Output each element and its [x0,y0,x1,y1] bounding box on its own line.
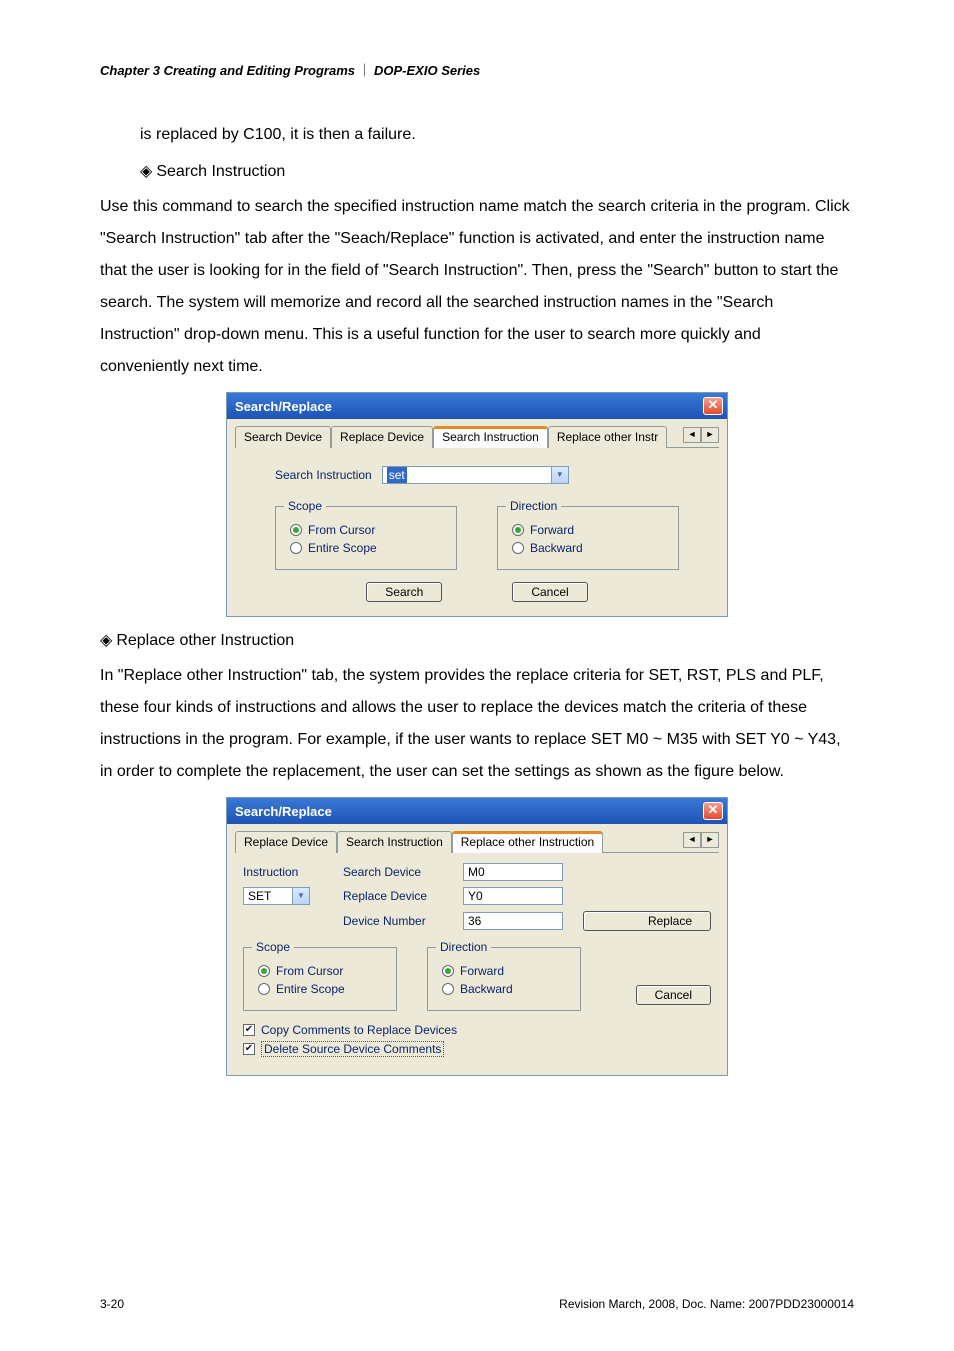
heading-text: Replace other Instruction [116,632,294,649]
radio-forward[interactable]: Forward [442,964,566,978]
radio-backward[interactable]: Backward [442,982,566,996]
revision-info: Revision March, 2008, Doc. Name: 2007PDD… [559,1297,854,1311]
radio-label: Forward [460,964,504,978]
radio-icon [512,524,524,536]
search-device-input[interactable] [463,863,563,881]
radio-from-cursor[interactable]: From Cursor [290,523,442,537]
checkbox-icon: ✔ [243,1024,255,1036]
checkbox-copy-comments[interactable]: ✔ Copy Comments to Replace Devices [243,1023,711,1037]
device-number-input[interactable] [463,912,563,930]
search-device-label: Search Device [343,865,453,879]
replace-button[interactable]: Replace [583,911,711,931]
tab-scroll-right-icon[interactable]: ► [701,427,719,443]
dialog-title: Search/Replace [235,804,332,819]
instruction-value[interactable] [243,887,293,905]
close-icon[interactable]: ✕ [703,802,723,820]
instruction-combo[interactable]: ▼ [243,887,333,905]
paragraph-continuation: is replaced by C100, it is then a failur… [140,119,854,151]
search-instruction-label: Search Instruction [275,468,372,482]
scope-legend: Scope [252,940,294,954]
tab-search-instruction[interactable]: Search Instruction [433,426,548,448]
tab-search-device[interactable]: Search Device [235,426,331,448]
header-separator: ｜ [358,63,371,78]
close-icon[interactable]: ✕ [703,397,723,415]
dialog-titlebar[interactable]: Search/Replace ✕ [227,798,727,824]
radio-label: Entire Scope [308,541,377,555]
tab-replace-other-instr[interactable]: Replace other Instr [548,426,667,448]
cancel-button[interactable]: Cancel [512,582,587,602]
radio-icon [258,983,270,995]
radio-forward[interactable]: Forward [512,523,664,537]
direction-legend: Direction [436,940,491,954]
tab-scroll-left-icon[interactable]: ◄ [683,427,701,443]
section-heading-replace-other: ◈Replace other Instruction [100,630,854,650]
tab-scroll-right-icon[interactable]: ► [701,832,719,848]
checkbox-icon: ✔ [243,1043,255,1055]
tab-search-instruction[interactable]: Search Instruction [337,831,452,853]
radio-entire-scope[interactable]: Entire Scope [258,982,382,996]
search-replace-dialog-2: Search/Replace ✕ Replace Device Search I… [227,798,727,1075]
radio-label: Forward [530,523,574,537]
radio-label: Entire Scope [276,982,345,996]
cancel-button[interactable]: Cancel [636,985,711,1005]
search-button[interactable]: Search [366,582,442,602]
radio-from-cursor[interactable]: From Cursor [258,964,382,978]
page-footer: 3-20 Revision March, 2008, Doc. Name: 20… [100,1297,854,1311]
direction-legend: Direction [506,499,561,513]
search-instruction-combo[interactable]: set ▼ [382,466,569,484]
radio-label: Backward [530,541,583,555]
device-number-label: Device Number [343,914,453,928]
tab-replace-other-instruction[interactable]: Replace other Instruction [452,831,603,853]
search-instruction-value: set [387,467,407,483]
checkbox-label: Copy Comments to Replace Devices [261,1023,457,1037]
tab-scroll-left-icon[interactable]: ◄ [683,832,701,848]
dialog-title: Search/Replace [235,399,332,414]
radio-label: Backward [460,982,513,996]
search-replace-dialog-1: Search/Replace ✕ Search Device Replace D… [227,393,727,616]
radio-icon [442,983,454,995]
radio-label: From Cursor [308,523,375,537]
paragraph-replace-other: In "Replace other Instruction" tab, the … [100,660,854,788]
radio-entire-scope[interactable]: Entire Scope [290,541,442,555]
dropdown-icon[interactable]: ▼ [552,466,569,484]
tab-replace-device[interactable]: Replace Device [235,831,337,853]
radio-icon [258,965,270,977]
checkbox-label: Delete Source Device Comments [261,1041,444,1057]
diamond-icon: ◈ [100,632,112,649]
series-name: DOP-EXIO Series [374,63,480,78]
page-number: 3-20 [100,1297,124,1311]
page-header: Chapter 3 Creating and Editing Programs｜… [100,60,854,79]
dialog-titlebar[interactable]: Search/Replace ✕ [227,393,727,419]
replace-device-input[interactable] [463,887,563,905]
radio-label: From Cursor [276,964,343,978]
chapter-title: Chapter 3 Creating and Editing Programs [100,63,355,78]
radio-icon [290,542,302,554]
tab-strip: Search Device Replace Device Search Inst… [235,425,719,448]
scope-legend: Scope [284,499,326,513]
tab-replace-device[interactable]: Replace Device [331,426,433,448]
diamond-icon: ◈ [140,163,152,180]
replace-device-label: Replace Device [343,889,453,903]
checkbox-delete-source-comments[interactable]: ✔ Delete Source Device Comments [243,1041,711,1057]
paragraph-search-instruction: Use this command to search the specified… [100,191,854,383]
tab-strip: Replace Device Search Instruction Replac… [235,830,719,853]
dropdown-icon[interactable]: ▼ [293,887,310,905]
radio-icon [290,524,302,536]
radio-backward[interactable]: Backward [512,541,664,555]
instruction-label: Instruction [243,865,333,879]
heading-text: Search Instruction [156,163,285,180]
radio-icon [442,965,454,977]
radio-icon [512,542,524,554]
section-heading-search-instruction: ◈Search Instruction [140,161,854,181]
